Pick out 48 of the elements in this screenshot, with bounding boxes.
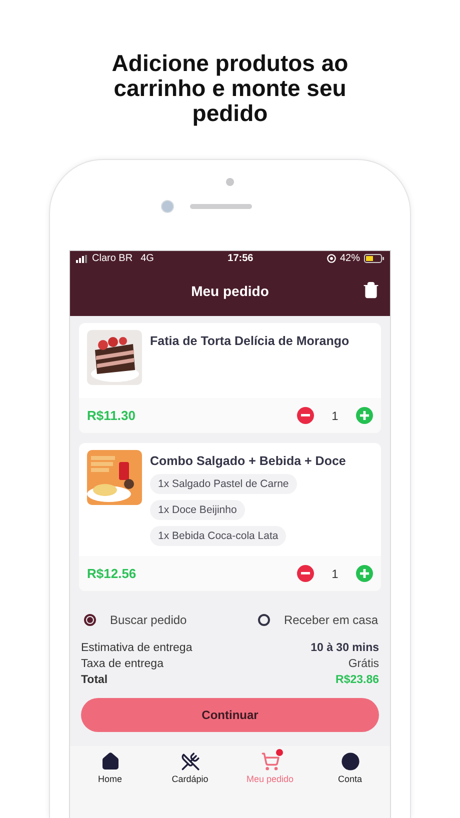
minus-icon [301, 414, 310, 417]
radio-button[interactable] [258, 614, 270, 626]
plus-icon [360, 411, 369, 420]
minus-icon [301, 572, 310, 575]
radio-button[interactable] [84, 614, 96, 626]
product-name: Combo Salgado + Bebida + Doce [150, 454, 346, 468]
decrease-button[interactable] [297, 565, 314, 582]
home-icon [100, 752, 120, 771]
battery-icon [364, 254, 384, 263]
headline: Adicione produtos ao carrinho e monte seu pedido [110, 51, 350, 126]
plus-icon [360, 569, 369, 578]
time-text: 17:56 [228, 253, 254, 264]
carrier-text: Claro BR [92, 253, 133, 264]
summary-value: Grátis [348, 657, 379, 672]
sensor-icon [226, 178, 234, 186]
camera-icon [160, 200, 174, 213]
summary-value: R$23.86 [336, 673, 379, 688]
increase-button[interactable] [356, 565, 373, 582]
speaker-icon [190, 204, 252, 209]
product-price: R$12.56 [87, 566, 136, 581]
summary-value: 10 à 30 mins [310, 641, 379, 656]
decrease-button[interactable] [297, 407, 314, 424]
summary-label: Taxa de entrega [81, 657, 164, 672]
location-icon [327, 254, 336, 263]
trash-icon[interactable] [362, 281, 380, 299]
signal-icon [76, 254, 88, 262]
product-name: Fatia de Torta Delícia de Morango [150, 334, 350, 348]
battery-text: 42% [340, 253, 360, 264]
notification-dot [276, 749, 282, 756]
radio-label: Buscar pedido [110, 613, 187, 627]
continue-button[interactable]: Continuar [81, 698, 379, 732]
summary-label: Estimativa de entrega [81, 641, 192, 656]
network-text: 4G [140, 253, 154, 264]
summary-label: Total [81, 673, 108, 688]
fork-spoon-icon [180, 752, 200, 771]
nav-tab[interactable]: Conta [315, 752, 385, 818]
option-tag: 1x Doce Beijinho [150, 500, 245, 520]
quantity-text: 1 [330, 408, 340, 422]
option-tag: 1x Bebida Coca-cola Lata [150, 526, 286, 546]
product-price: R$11.30 [87, 408, 136, 423]
increase-button[interactable] [356, 407, 373, 424]
radio-label: Receber em casa [284, 613, 378, 627]
nav-tab[interactable]: Home [75, 752, 145, 818]
screen-title: Meu pedido [191, 283, 269, 299]
nav-tab[interactable]: Cardápio [155, 752, 225, 818]
cart-icon [260, 752, 280, 771]
quantity-text: 1 [330, 566, 340, 580]
option-tag: 1x Salgado Pastel de Carne [150, 474, 297, 494]
